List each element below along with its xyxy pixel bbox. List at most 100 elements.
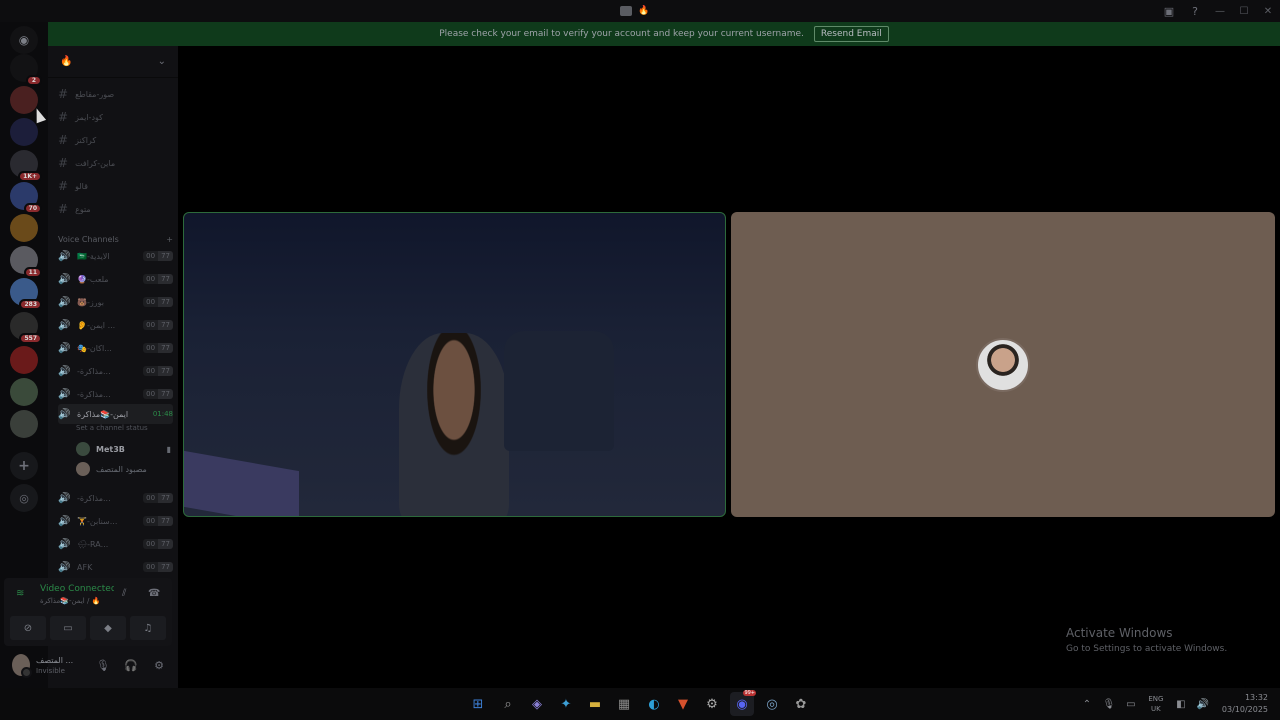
channel-status[interactable]: Set a channel status [76,424,148,432]
gamepad-icon[interactable]: ◈ [525,692,549,716]
voice-channel[interactable]: 🔊 AFK 00 77 [58,557,173,577]
user-max: 77 [158,320,173,330]
fire-icon: 🔥 [638,6,650,16]
voice-channel-path[interactable]: ايمن-📚مذاكرة / 🔥 [40,597,100,605]
signal-icon: ≋ [16,588,25,599]
brave-icon[interactable]: ▼ [671,692,695,716]
voice-channel[interactable]: 🔊 🇸🇦-الايدية 00 77 [58,246,173,266]
discover-icon[interactable]: ◎ [10,484,38,512]
user-status: Invisible [36,666,65,675]
start-icon[interactable]: ⊞ [466,692,490,716]
server-d-server[interactable]: 1K+ [10,150,42,182]
language-indicator[interactable]: ENG UK [1142,694,1170,714]
server-sl-server[interactable]: 11 [10,246,42,278]
chatgpt-icon[interactable]: ✿ [789,692,813,716]
text-channel[interactable]: # ماين-كرافت [58,153,173,173]
add-server-icon[interactable]: + [10,452,38,480]
voice-channel[interactable]: 🔊 👂-ايمن ... 00 77 [58,315,173,335]
server-anime-server[interactable]: 70 [10,182,42,214]
active-voice-channel[interactable]: 🔊 ايمن-📚مذاكرة 01:48 [58,404,173,424]
voice-status[interactable]: Video Connected [40,584,114,594]
voice-channels-label: Voice Channels [58,234,119,244]
activities-button[interactable]: ◆ [90,616,126,640]
chevron-up-icon[interactable]: ⌃ [1076,699,1098,710]
voice-channel[interactable]: 🔊 🐻-بورز 00 77 [58,292,173,312]
text-channel[interactable]: # كود-ايمز [58,107,173,127]
minimize-button[interactable]: — [1208,0,1232,22]
headphones-icon[interactable]: 🎧 [118,654,144,676]
server-speaker-server[interactable]: 2 [10,54,42,86]
microphone-tray-icon[interactable]: 🎙 [1098,699,1120,710]
help-icon[interactable]: ? [1182,0,1208,22]
voice-channel[interactable]: 🔊 -مذاكرة... 00 77 [58,384,173,404]
close-button[interactable]: ✕ [1256,0,1280,22]
user-name[interactable]: المتصف ... [36,656,82,665]
avatar[interactable] [12,654,33,678]
steam-icon[interactable]: ◎ [760,692,784,716]
folder-icon[interactable]: ▬ [583,692,607,716]
gear-app-icon[interactable]: ⚙ [700,692,724,716]
chair [504,331,614,451]
settings-icon[interactable]: ⚙ [146,654,172,676]
local-video-tile[interactable] [183,212,726,517]
channel-name: 👂-ايمن ... [77,320,116,330]
server-blue-server[interactable]: 283 [10,278,42,310]
network-icon[interactable]: ◧ [1170,699,1192,710]
add-channel-icon[interactable]: + [166,235,173,244]
voice-user-2[interactable]: مصبود المتصف [76,460,171,478]
hash-icon: # [58,179,69,193]
user-max: 77 [158,539,173,549]
inbox-icon[interactable]: ▣ [1156,0,1182,22]
noise-suppression-icon[interactable]: ⫽ [122,588,126,599]
server-group-server[interactable] [10,378,38,406]
store-icon[interactable]: ▦ [612,692,636,716]
date: 03/10/2025 [1221,705,1268,714]
search-icon[interactable]: ⌕ [496,692,520,716]
voice-channel[interactable]: 🔊 🏋-سنابن... 00 77 [58,511,173,531]
server-dark-server[interactable]: 557 [10,312,42,344]
voice-channel[interactable]: 🔊 🌧-RA... 00 77 [58,534,173,554]
maximize-button[interactable]: ☐ [1232,0,1256,22]
discord-home-icon[interactable]: ◉ [10,26,38,54]
mention-badge: 2 [26,75,42,86]
microphone-icon[interactable]: 🎙 [90,654,116,676]
copilot-icon[interactable]: ✦ [554,692,578,716]
server-warrior-server[interactable] [10,214,38,242]
mention-badge: 11 [23,267,42,278]
user-limit: 00 77 [143,516,173,526]
clock[interactable]: 13:32 03/10/2025 [1214,692,1280,716]
camera-off-button[interactable]: ⊘ [10,616,46,640]
text-channel[interactable]: # صور-مقاطع [58,84,173,104]
server-folder-server[interactable] [10,118,38,146]
lang-region: UK [1151,705,1161,713]
voice-user-met3b[interactable]: Met3B ▮ [76,440,171,458]
server-group2-server[interactable] [10,410,38,438]
user-count: 00 [143,297,159,307]
guild-header[interactable]: 🔥 ⌄ [48,46,178,78]
user-max: 77 [158,516,173,526]
user-count: 00 [143,493,159,503]
voice-channel[interactable]: 🔊 🎭-اكان... 00 77 [58,338,173,358]
hash-icon: # [58,133,69,147]
server-red-triangle-server[interactable] [10,346,38,374]
speaker-icon: 🔊 [58,296,71,308]
text-channel[interactable]: # متوع [58,199,173,219]
resend-email-button[interactable]: Resend Email [813,26,889,42]
voice-channel[interactable]: 🔊 🔮-ملعب 00 77 [58,269,173,289]
disconnect-icon[interactable]: ☎ [148,588,160,599]
voice-channel[interactable]: 🔊 -مذاكرة... 00 77 [58,488,173,508]
volume-icon[interactable]: 🔊 [1192,699,1214,710]
edge-icon[interactable]: ◐ [642,692,666,716]
voice-channel[interactable]: 🔊 -مذاكرة... 00 77 [58,361,173,381]
discord-taskbar-icon[interactable]: ◉ 99+ [730,690,756,716]
voice-user-name: Met3B [96,444,125,454]
text-channel[interactable]: # كراكنز [58,130,173,150]
voice-channels-header[interactable]: Voice Channels + [58,232,173,246]
text-channel[interactable]: # قالو [58,176,173,196]
soundboard-button[interactable]: ♫ [130,616,166,640]
channel-name: -مذاكرة... [77,493,111,503]
channel-name: صور-مقاطع [75,89,115,99]
keyboard-icon[interactable]: ▭ [1120,699,1142,710]
speaker-icon: 🔊 [58,538,71,550]
screen-share-button[interactable]: ▭ [50,616,86,640]
